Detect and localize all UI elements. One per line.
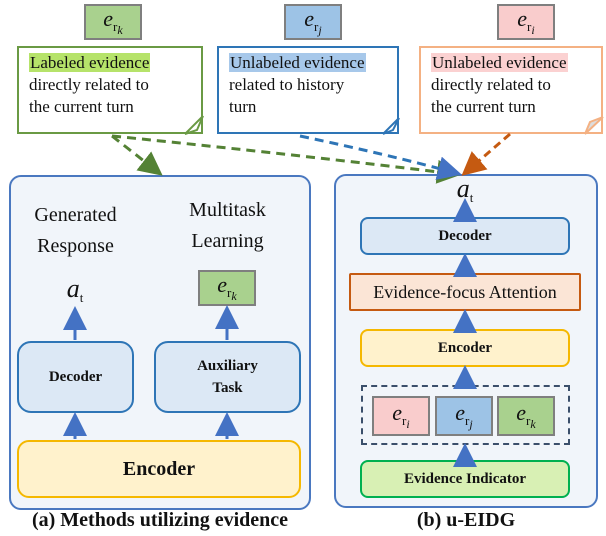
arrow-green-to-a	[111, 134, 163, 176]
arrows-layer	[63, 115, 604, 467]
note-fold-green	[184, 115, 204, 135]
arrow-orange-to-b	[461, 132, 511, 176]
note-fold-orange	[584, 116, 604, 135]
arrow-blue-to-b	[299, 134, 462, 180]
arrow-green-to-b	[111, 134, 461, 184]
note-fold-blue	[382, 117, 400, 135]
